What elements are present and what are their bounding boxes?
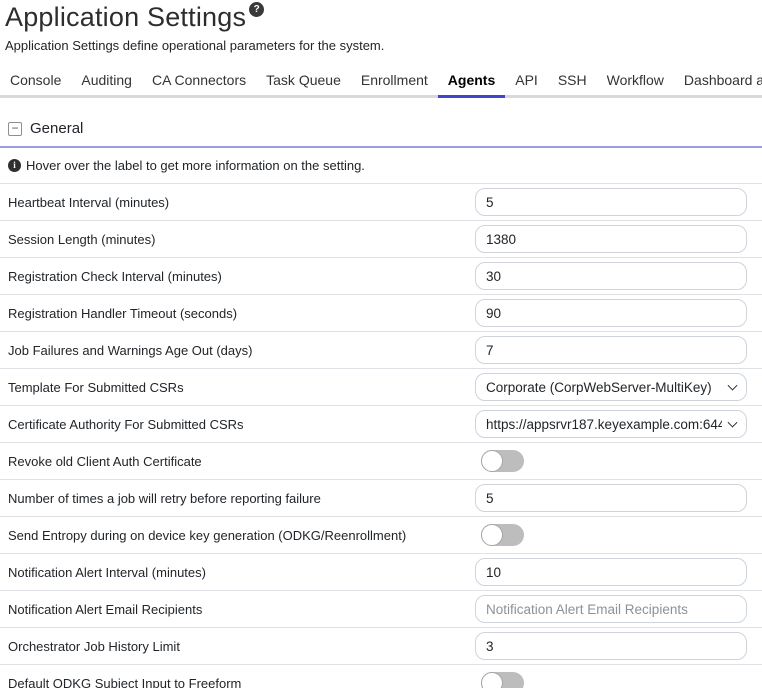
info-banner-text: Hover over the label to get more informa…: [26, 158, 365, 173]
setting-control: [475, 188, 747, 216]
setting-control: [475, 632, 747, 660]
tab-workflow[interactable]: Workflow: [597, 66, 674, 98]
setting-select-template-for-submitted-csrs[interactable]: Corporate (CorpWebServer-MultiKey): [475, 373, 747, 401]
setting-label: Default ODKG Subject Input to Freeform: [8, 676, 475, 688]
tab-ssh[interactable]: SSH: [548, 66, 597, 98]
page-title: Application Settings: [5, 2, 246, 32]
settings-table: Heartbeat Interval (minutes) Session Len…: [0, 184, 762, 688]
setting-row-registration-handler-timeout-seconds: Registration Handler Timeout (seconds): [0, 295, 762, 332]
setting-label: Certificate Authority For Submitted CSRs: [8, 417, 475, 432]
help-icon[interactable]: ?: [249, 2, 264, 17]
section-header-general[interactable]: − General: [0, 120, 762, 148]
setting-label: Registration Check Interval (minutes): [8, 269, 475, 284]
setting-label: Job Failures and Warnings Age Out (days): [8, 343, 475, 358]
setting-select-wrap: Corporate (CorpWebServer-MultiKey): [475, 373, 747, 401]
setting-control: [475, 299, 747, 327]
tab-console[interactable]: Console: [0, 66, 71, 98]
setting-label: Revoke old Client Auth Certificate: [8, 454, 475, 469]
tab-task-queue[interactable]: Task Queue: [256, 66, 351, 98]
setting-control: [475, 524, 747, 546]
setting-input-orchestrator-job-history-limit[interactable]: [475, 632, 747, 660]
setting-control: [475, 595, 747, 623]
setting-input-registration-check-interval-minutes[interactable]: [475, 262, 747, 290]
setting-control: [475, 558, 747, 586]
setting-label: Notification Alert Interval (minutes): [8, 565, 475, 580]
setting-label: Heartbeat Interval (minutes): [8, 195, 475, 210]
setting-row-notification-alert-email-recipients: Notification Alert Email Recipients: [0, 591, 762, 628]
setting-row-orchestrator-job-history-limit: Orchestrator Job History Limit: [0, 628, 762, 665]
setting-control: [475, 336, 747, 364]
setting-row-session-length-minutes: Session Length (minutes): [0, 221, 762, 258]
tab-enrollment[interactable]: Enrollment: [351, 66, 438, 98]
setting-input-session-length-minutes[interactable]: [475, 225, 747, 253]
info-banner: i Hover over the label to get more infor…: [0, 148, 762, 184]
setting-input-notification-alert-interval-minutes[interactable]: [475, 558, 747, 586]
toggle-knob: [481, 524, 503, 546]
setting-toggle-revoke-old-client-auth-certificate[interactable]: [481, 450, 524, 472]
tab-dashboard-and-reports[interactable]: Dashboard and Reports: [674, 66, 762, 98]
setting-row-default-odkg-subject-input-to-freeform: Default ODKG Subject Input to Freeform: [0, 665, 762, 688]
tab-bar: ConsoleAuditingCA ConnectorsTask QueueEn…: [0, 66, 762, 98]
setting-row-heartbeat-interval-minutes: Heartbeat Interval (minutes): [0, 184, 762, 221]
setting-row-job-failures-and-warnings-age-out-days: Job Failures and Warnings Age Out (days): [0, 332, 762, 369]
setting-select-wrap: https://appsrvr187.keyexample.com:6447\C…: [475, 410, 747, 438]
setting-label: Orchestrator Job History Limit: [8, 639, 475, 654]
tab-agents[interactable]: Agents: [438, 66, 505, 98]
setting-label: Template For Submitted CSRs: [8, 380, 475, 395]
setting-row-certificate-authority-for-submitted-csrs: Certificate Authority For Submitted CSRs…: [0, 406, 762, 443]
setting-label: Session Length (minutes): [8, 232, 475, 247]
setting-row-notification-alert-interval-minutes: Notification Alert Interval (minutes): [0, 554, 762, 591]
setting-control: [475, 672, 747, 688]
setting-row-registration-check-interval-minutes: Registration Check Interval (minutes): [0, 258, 762, 295]
info-icon: i: [8, 159, 21, 172]
setting-row-number-of-times-a-job-will-retry-before-reporting-failure: Number of times a job will retry before …: [0, 480, 762, 517]
setting-select-certificate-authority-for-submitted-csrs[interactable]: https://appsrvr187.keyexample.com:6447\C…: [475, 410, 747, 438]
setting-row-revoke-old-client-auth-certificate: Revoke old Client Auth Certificate: [0, 443, 762, 480]
setting-control: https://appsrvr187.keyexample.com:6447\C…: [475, 410, 747, 438]
toggle-knob: [481, 672, 503, 688]
setting-control: [475, 262, 747, 290]
setting-control: [475, 225, 747, 253]
page-subtitle: Application Settings define operational …: [5, 38, 762, 53]
setting-toggle-default-odkg-subject-input-to-freeform[interactable]: [481, 672, 524, 688]
tab-api[interactable]: API: [505, 66, 548, 98]
setting-control: Corporate (CorpWebServer-MultiKey): [475, 373, 747, 401]
setting-label: Notification Alert Email Recipients: [8, 602, 475, 617]
setting-control: [475, 450, 747, 472]
setting-input-number-of-times-a-job-will-retry-before-reporting-failure[interactable]: [475, 484, 747, 512]
tab-auditing[interactable]: Auditing: [71, 66, 142, 98]
setting-input-job-failures-and-warnings-age-out-days[interactable]: [475, 336, 747, 364]
toggle-knob: [481, 450, 503, 472]
setting-row-template-for-submitted-csrs: Template For Submitted CSRs Corporate (C…: [0, 369, 762, 406]
application-settings-page: Application Settings? Application Settin…: [0, 0, 762, 688]
section-title: General: [30, 120, 83, 137]
setting-control: [475, 484, 747, 512]
page-header: Application Settings? Application Settin…: [0, 0, 762, 53]
setting-input-registration-handler-timeout-seconds[interactable]: [475, 299, 747, 327]
setting-toggle-send-entropy-during-on-device-key-generation-odkg-reenrollment[interactable]: [481, 524, 524, 546]
setting-label: Send Entropy during on device key genera…: [8, 528, 475, 543]
setting-label: Number of times a job will retry before …: [8, 491, 475, 506]
collapse-icon[interactable]: −: [8, 122, 22, 136]
setting-label: Registration Handler Timeout (seconds): [8, 306, 475, 321]
tab-ca-connectors[interactable]: CA Connectors: [142, 66, 256, 98]
setting-input-notification-alert-email-recipients[interactable]: [475, 595, 747, 623]
setting-input-heartbeat-interval-minutes[interactable]: [475, 188, 747, 216]
setting-row-send-entropy-during-on-device-key-generation-odkg-reenrollment: Send Entropy during on device key genera…: [0, 517, 762, 554]
